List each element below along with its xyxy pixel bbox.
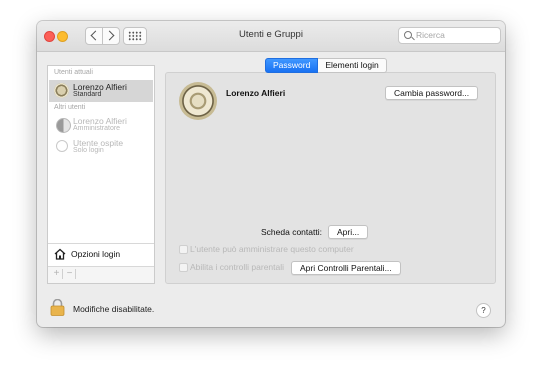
remove-user-button[interactable]: − [64, 269, 76, 279]
parental-controls-label: Abilita i controlli parentali [190, 262, 285, 272]
allow-admin-checkbox[interactable] [179, 245, 188, 254]
login-options-item[interactable]: Opzioni login [48, 243, 154, 266]
tab-login-items[interactable]: Elementi login [318, 58, 387, 73]
preferences-window: Utenti e Gruppi Ricerca Utenti attuali L… [37, 21, 505, 327]
allow-admin-label: L'utente può amministrare questo compute… [190, 244, 354, 254]
house-icon [54, 248, 66, 260]
open-contact-button[interactable]: Apri... [328, 225, 369, 239]
user-role: Amministratore [73, 125, 121, 132]
search-field[interactable]: Ricerca [398, 27, 501, 44]
change-password-button[interactable]: Cambia password... [385, 86, 479, 100]
user-full-name: Lorenzo Alfieri [226, 88, 286, 98]
sidebar-item-guest-user[interactable]: Utente ospite Solo login [49, 136, 153, 158]
search-icon [404, 31, 412, 39]
other-users-heading: Altri utenti [54, 104, 86, 111]
user-avatar[interactable] [179, 82, 217, 120]
search-placeholder: Ricerca [416, 30, 445, 40]
add-user-button[interactable]: + [51, 269, 63, 279]
user-role: Standard [73, 91, 102, 98]
parental-controls-checkbox[interactable] [179, 263, 188, 272]
lock-icon[interactable] [50, 299, 65, 316]
sidebar-toolbar: + − [48, 266, 154, 283]
help-button[interactable]: ? [476, 303, 491, 318]
sidebar-item-current-user[interactable]: Lorenzo Alfieri Standard [49, 80, 153, 102]
users-sidebar: Utenti attuali Lorenzo Alfieri Standard … [47, 65, 155, 284]
lock-status-label: Modifiche disabilitate. [73, 304, 155, 314]
tab-password[interactable]: Password [265, 58, 319, 73]
title-bar: Utenti e Gruppi Ricerca [37, 21, 505, 52]
guest-user-icon [56, 140, 68, 152]
current-users-heading: Utenti attuali [54, 69, 93, 76]
open-parental-controls-button[interactable]: Apri Controlli Parentali... [291, 261, 401, 275]
avatar [54, 83, 69, 98]
sidebar-item-admin-user[interactable]: Lorenzo Alfieri Amministratore [49, 114, 153, 136]
contact-card-label: Scheda contatti: [261, 227, 322, 237]
yin-yang-icon [56, 118, 71, 133]
tab-bar: Password Elementi login [265, 58, 387, 73]
login-options-label: Opzioni login [71, 249, 121, 259]
user-role: Solo login [73, 147, 104, 154]
